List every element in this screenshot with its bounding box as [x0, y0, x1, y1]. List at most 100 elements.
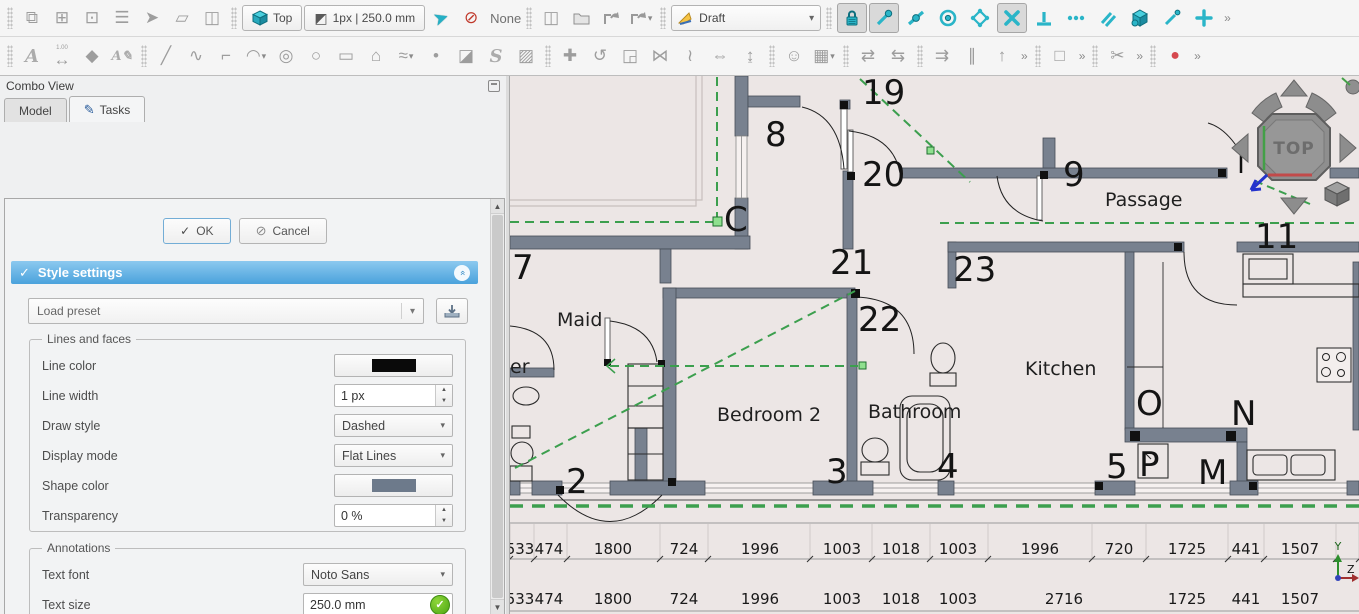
toolbar-overflow[interactable]: » — [1221, 11, 1233, 25]
toolbar-overflow[interactable]: » — [1076, 49, 1088, 63]
tab-tasks[interactable]: ✎ Tasks — [69, 96, 146, 122]
draw-style-select[interactable]: Dashed ▾ — [334, 414, 453, 437]
navigation-cube[interactable]: TOP — [1232, 78, 1359, 214]
float-panel-icon[interactable] — [488, 80, 500, 92]
text-tool-icon[interactable]: A — [18, 42, 46, 70]
draft-to-sketch-icon[interactable]: ⇄ — [854, 42, 882, 70]
scroll-down-icon[interactable]: ▼ — [491, 599, 504, 614]
cube-down-arrow[interactable] — [1281, 198, 1307, 214]
toolbar-grip[interactable] — [7, 45, 13, 67]
collapse-icon[interactable]: » — [454, 265, 470, 281]
snap-dimensions-icon[interactable] — [1189, 3, 1219, 33]
line-color-button[interactable] — [334, 354, 453, 377]
text-font-select[interactable]: Noto Sans ▾ — [303, 563, 453, 586]
point-tool-icon[interactable]: • — [422, 42, 450, 70]
toolbar-grip[interactable] — [1092, 45, 1098, 67]
toolbar-grip[interactable] — [1150, 45, 1156, 67]
save-preset-button[interactable] — [436, 298, 468, 324]
snap-parallel-icon[interactable] — [1093, 3, 1123, 33]
stretch-tool-icon[interactable]: ↨ — [736, 42, 764, 70]
no-autogroup-icon[interactable]: ⊘ — [457, 4, 485, 32]
join-tool-icon[interactable]: ⇉ — [928, 42, 956, 70]
selection-tool-icon[interactable]: □ — [1046, 42, 1074, 70]
wire-tool-icon[interactable]: ∿ — [182, 42, 210, 70]
fillet-tool-icon[interactable]: ⌐ — [212, 42, 240, 70]
export-icon[interactable] — [597, 4, 625, 32]
split-tool-icon[interactable]: ∥ — [958, 42, 986, 70]
export-alt-icon[interactable]: ▾ — [627, 4, 655, 32]
snap-angle-icon[interactable] — [1157, 3, 1187, 33]
shape-color-button[interactable] — [334, 474, 453, 497]
snap-center-icon[interactable] — [933, 3, 963, 33]
layers-icon[interactable]: ⧉ — [18, 4, 46, 32]
toolbar-grip[interactable] — [660, 7, 666, 29]
navcube-top-label[interactable]: TOP — [1273, 139, 1315, 159]
array-tool-icon[interactable]: ▦▾ — [810, 42, 838, 70]
snap-midpoint-icon[interactable] — [901, 3, 931, 33]
snap-extension-icon[interactable] — [1061, 3, 1091, 33]
wp-proxy-icon[interactable]: ◫ — [198, 4, 226, 32]
text-size-input[interactable]: 250.0 mm ✓ — [303, 593, 453, 614]
line-style-button[interactable]: ◩ 1px | 250.0 mm — [304, 5, 425, 31]
toolbar-grip[interactable] — [1035, 45, 1041, 67]
scissors-icon[interactable]: ✂ — [1103, 42, 1131, 70]
snap-endpoint-icon[interactable] — [869, 3, 899, 33]
toolbar-grip[interactable] — [826, 7, 832, 29]
line-tool-icon[interactable]: ╱ — [152, 42, 180, 70]
toolbar-overflow[interactable]: » — [1133, 49, 1145, 63]
cube-right-arrow[interactable] — [1340, 134, 1356, 162]
mirror-tool-icon[interactable]: ⋈ — [646, 42, 674, 70]
circle-tool-icon[interactable]: ◎ — [272, 42, 300, 70]
toolbar-grip[interactable] — [526, 7, 532, 29]
toolbar-grip[interactable] — [141, 45, 147, 67]
tab-model[interactable]: Model — [4, 98, 67, 122]
move-to-group-icon[interactable]: ➤ — [138, 4, 166, 32]
toolbar-grip[interactable] — [7, 7, 13, 29]
working-plane-button[interactable]: Top — [242, 5, 302, 31]
select-group-icon[interactable]: ⊡ — [78, 4, 106, 32]
rotate-tool-icon[interactable]: ↺ — [586, 42, 614, 70]
shapestring-tool-icon[interactable]: S — [482, 42, 510, 70]
offset-tool-icon[interactable]: ≀ — [676, 42, 704, 70]
floorplan-canvas[interactable]: 5334741800724199610031018100319967201725… — [510, 76, 1359, 614]
transparency-input[interactable]: 0 % ▲▼ — [334, 504, 453, 527]
toolbar-grip[interactable] — [917, 45, 923, 67]
bspline-tool-icon[interactable]: ≈▾ — [392, 42, 420, 70]
spinner-arrows[interactable]: ▲▼ — [435, 385, 452, 406]
toolbar-grip[interactable] — [231, 7, 237, 29]
arc-tool-icon[interactable]: ◠▾ — [242, 42, 270, 70]
snap-perpendicular-icon[interactable] — [1029, 3, 1059, 33]
label-tool-icon[interactable]: ◆ — [78, 42, 106, 70]
ok-button[interactable]: ✓ OK — [163, 218, 230, 244]
annotation-styles-icon[interactable]: A✎ — [108, 42, 136, 70]
scale-tool-icon[interactable]: ◲ — [616, 42, 644, 70]
add-to-group-icon[interactable]: ⊞ — [48, 4, 76, 32]
scroll-up-icon[interactable]: ▲ — [491, 199, 504, 214]
open-folder-icon[interactable] — [567, 4, 595, 32]
style-settings-header[interactable]: ✓ Style settings » — [11, 261, 478, 284]
polygon-tool-icon[interactable]: ⌂ — [362, 42, 390, 70]
record-macro-icon[interactable]: ● — [1161, 42, 1189, 70]
display-mode-select[interactable]: Flat Lines ▾ — [334, 444, 453, 467]
part-box-icon[interactable]: ◫ — [537, 4, 565, 32]
toolbar-overflow[interactable]: » — [1191, 49, 1203, 63]
hatch-tool-icon[interactable]: ▨ — [512, 42, 540, 70]
ellipse-tool-icon[interactable]: ○ — [302, 42, 330, 70]
upgrade-tool-icon[interactable]: ↑ — [988, 42, 1016, 70]
facebinder-tool-icon[interactable]: ◪ — [452, 42, 480, 70]
trimex-tool-icon[interactable]: ⇔ — [706, 42, 734, 70]
select-plane-icon[interactable]: ▱ — [168, 4, 196, 32]
group-tools-icon[interactable]: ☰ — [108, 4, 136, 32]
small-cube-icon[interactable] — [1325, 182, 1349, 206]
snap-workingplane-icon[interactable] — [1125, 3, 1155, 33]
workbench-selector[interactable]: Draft ▾ — [671, 5, 821, 31]
dimension-tool-icon[interactable]: 1.00↔ — [48, 42, 76, 70]
snap-special-icon[interactable] — [965, 3, 995, 33]
sketch-to-draft-icon[interactable]: ⇆ — [884, 42, 912, 70]
snap-intersection-icon[interactable] — [997, 3, 1027, 33]
clone-tool-icon[interactable]: ☺ — [780, 42, 808, 70]
load-preset-select[interactable]: Load preset ▾ — [28, 298, 424, 324]
toolbar-grip[interactable] — [545, 45, 551, 67]
line-width-input[interactable]: 1 px ▲▼ — [334, 384, 453, 407]
toolbar-grip[interactable] — [769, 45, 775, 67]
